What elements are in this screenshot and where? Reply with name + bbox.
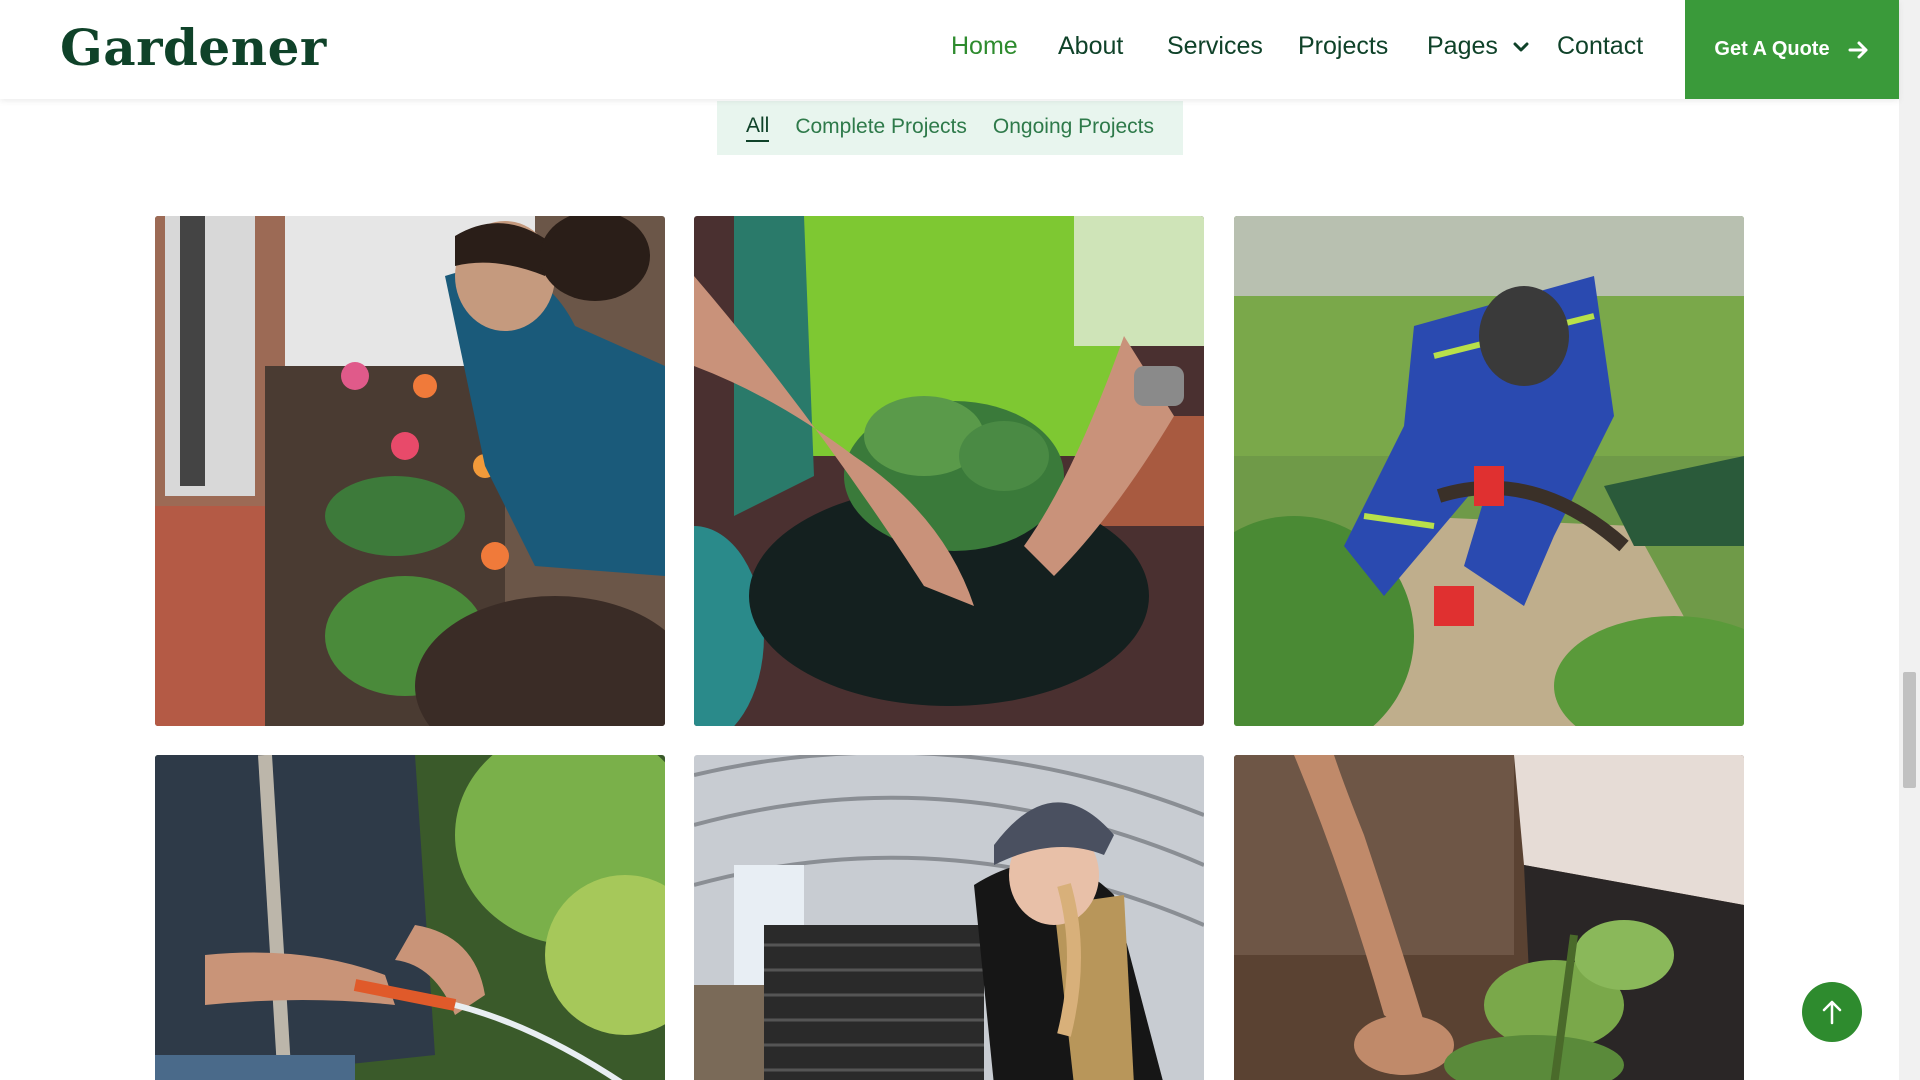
project-filter-bar: All Complete Projects Ongoing Projects [717,101,1183,155]
arrow-right-icon [1848,41,1868,58]
filter-all[interactable]: All [745,114,770,142]
chevron-down-icon [1513,42,1529,52]
potting-succulents-photo[interactable] [694,216,1204,726]
nav-item-label: Home [951,32,1018,60]
nav-item-about[interactable]: About [1058,32,1123,61]
page-scrollbar[interactable] [1899,0,1920,1080]
get-a-quote-label: Get A Quote [1714,38,1830,60]
scrollbar-thumb[interactable] [1903,672,1916,788]
brand-logo[interactable]: Gardener [60,18,327,77]
nav-item-label: About [1058,32,1124,60]
nav-item-pages[interactable]: Pages [1427,32,1529,61]
nav-item-projects[interactable]: Projects [1298,32,1388,61]
potting-succulents-image [694,216,1204,726]
planting-flowers-photo[interactable] [155,216,665,726]
tending-plant-image [1234,755,1744,1080]
navbar: Gardener Home About Services Projects Pa… [0,0,1899,99]
nav-item-label: Pages [1427,32,1498,60]
greenhouse-seedlings-image [694,755,1204,1080]
planting-flowers-image [155,216,665,726]
filter-complete-projects[interactable]: Complete Projects [795,115,967,141]
arrow-up-icon [1822,1000,1842,1025]
filter-ongoing-projects[interactable]: Ongoing Projects [993,115,1154,141]
get-a-quote-button[interactable]: Get A Quote [1685,0,1899,99]
nav-item-label: Services [1167,32,1263,60]
watering-hose-photo[interactable] [155,755,665,1080]
watering-hose-image [155,755,665,1080]
field-worker-digging-image [1234,216,1744,726]
nav-item-label: Projects [1298,32,1389,60]
nav-item-label: Contact [1557,32,1644,60]
nav-item-contact[interactable]: Contact [1557,32,1643,61]
greenhouse-seedlings-photo[interactable] [694,755,1204,1080]
field-worker-digging-photo[interactable] [1234,216,1744,726]
nav-item-services[interactable]: Services [1167,32,1263,61]
nav-item-home[interactable]: Home [951,32,1018,61]
tending-plant-photo[interactable] [1234,755,1744,1080]
back-to-top-button[interactable] [1802,982,1862,1042]
